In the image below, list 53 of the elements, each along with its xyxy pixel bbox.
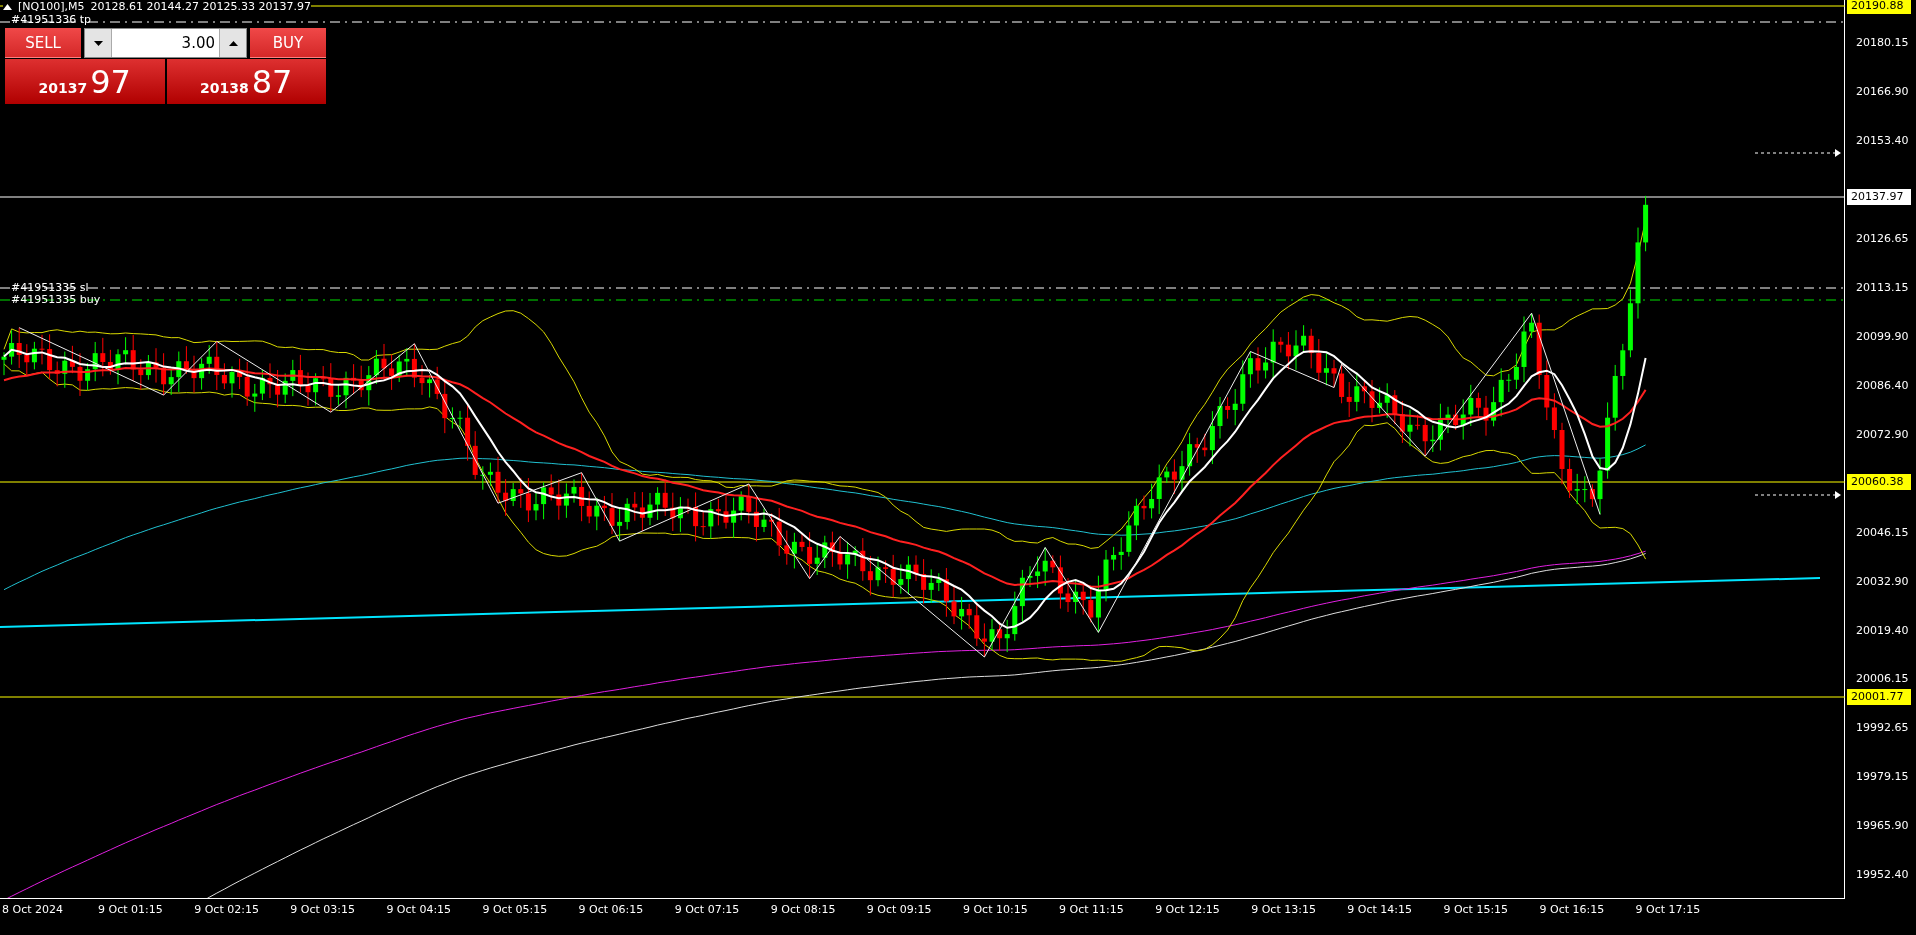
order-label: #41951335 sl: [11, 282, 89, 294]
price-tick-label: 20086.40: [1856, 377, 1909, 394]
sell-button[interactable]: SELL: [5, 28, 81, 58]
price-tick-label: 20072.90: [1856, 426, 1909, 443]
price-tick-label: 20166.90: [1856, 83, 1909, 100]
down-triangle-icon: [93, 40, 103, 46]
time-label: 9 Oct 01:15: [98, 903, 164, 918]
time-label: 9 Oct 12:15: [1155, 903, 1221, 918]
price-tick-label: 20126.65: [1856, 230, 1909, 247]
time-label: 9 Oct 08:15: [770, 903, 837, 918]
time-label: 9 Oct 05:15: [482, 903, 549, 918]
price-tick-label: 19979.15: [1856, 769, 1909, 786]
chart-title: [NQ100],M5: [18, 0, 85, 13]
price-tick-label: 20032.90: [1856, 573, 1909, 590]
lot-size-field[interactable]: 3.00: [111, 29, 220, 57]
bid-price-button[interactable]: 20137 97: [5, 59, 165, 104]
up-triangle-icon: [228, 40, 238, 46]
time-label: 9 Oct 06:15: [578, 903, 645, 918]
order-label: #41951335 buy: [11, 294, 101, 306]
increase-button[interactable]: [220, 29, 246, 57]
price-label: 20190.88: [1847, 0, 1911, 14]
time-label: 9 Oct 07:15: [674, 903, 741, 918]
triangle-icon: [3, 3, 12, 10]
price-tick-label: 20153.40: [1856, 132, 1909, 149]
order-label: #41951336 tp: [11, 14, 91, 26]
time-label: 8 Oct 2024: [2, 903, 64, 918]
ask-price-button[interactable]: 20138 87: [166, 59, 326, 104]
price-tick-label: 19965.90: [1856, 818, 1909, 835]
time-label: 9 Oct 17:15: [1635, 903, 1702, 918]
price-tick-label: 20019.40: [1856, 622, 1909, 639]
price-tick-label: 20099.90: [1856, 328, 1909, 345]
time-label: 9 Oct 09:15: [866, 903, 933, 918]
ohlc-values: 20128.61 20144.27 20125.33 20137.97: [90, 0, 311, 13]
price-tick-label: 19952.40: [1856, 867, 1909, 884]
buy-button[interactable]: BUY: [250, 28, 326, 58]
time-label: 9 Oct 16:15: [1539, 903, 1606, 918]
time-label: 9 Oct 15:15: [1443, 903, 1510, 918]
time-label: 9 Oct 02:15: [194, 903, 260, 918]
time-label: 9 Oct 13:15: [1251, 903, 1317, 918]
price-label: 20137.97: [1847, 189, 1911, 205]
time-label: 9 Oct 14:15: [1347, 903, 1414, 918]
time-label: 9 Oct 10:15: [962, 903, 1029, 918]
price-tick-label: 20006.15: [1856, 671, 1909, 688]
price-tick-label: 20113.15: [1856, 279, 1909, 296]
price-label: 20001.77: [1847, 689, 1911, 705]
price-tick-label: 20046.15: [1856, 524, 1909, 541]
time-label: 9 Oct 03:15: [290, 903, 356, 918]
price-label: 20060.38: [1847, 474, 1911, 490]
price-tick-label: 20180.15: [1856, 35, 1909, 51]
price-tick-label: 19992.65: [1856, 720, 1909, 737]
time-label: 9 Oct 04:15: [386, 903, 453, 918]
time-label: 9 Oct 11:15: [1059, 903, 1125, 918]
decrease-button[interactable]: [85, 29, 111, 57]
